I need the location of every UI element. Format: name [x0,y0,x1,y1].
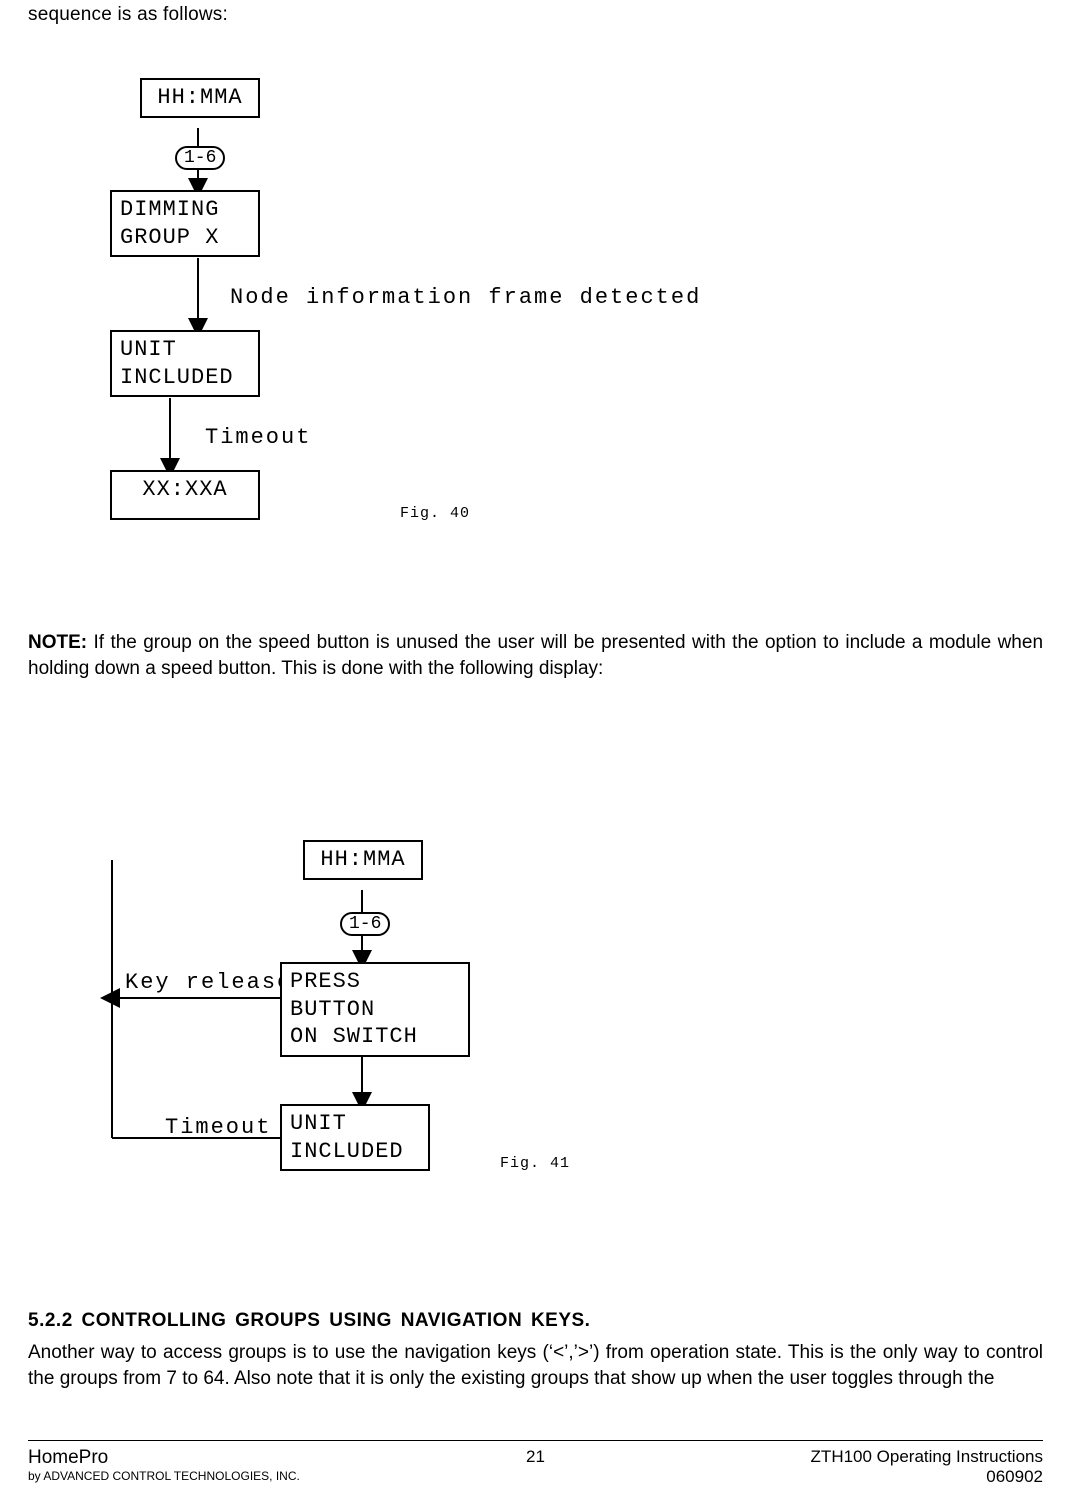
fig40-timeout-label: Timeout [205,425,311,450]
fig41-cap-text: 1-6 [349,914,381,934]
footer-date: 060902 [811,1467,1043,1487]
fig40-box4-text: XX:XXA [142,477,227,502]
fig41-box1-text: HH:MMA [320,847,405,872]
fig40-box3-l2: INCLUDED [120,365,234,390]
fig41-box3-l2: INCLUDED [290,1139,404,1164]
note-label: NOTE: [28,632,87,653]
fig40-node-info-label: Node information frame detected [230,285,701,310]
figure-41: HH:MMA 1-6 Key released PRESS BUTTON ON … [0,820,1071,1260]
fig40-box-dimming: DIMMING GROUP X [110,190,260,257]
fig41-box3-l1: UNIT [290,1111,347,1136]
fig40-box3-l1: UNIT [120,337,177,362]
note-text: If the group on the speed button is unus… [28,632,1043,679]
intro-fragment: sequence is as follows: [28,0,1043,26]
fig41-box-unit-included: UNIT INCLUDED [280,1104,430,1171]
footer-left: HomePro by ADVANCED CONTROL TECHNOLOGIES… [28,1447,300,1483]
note-block: NOTE: If the group on the speed button i… [28,630,1043,681]
footer-sub: by ADVANCED CONTROL TECHNOLOGIES, INC. [28,1469,300,1483]
fig40-box2-l2: GROUP X [120,225,219,250]
footer-right: ZTH100 Operating Instructions 060902 [811,1447,1043,1487]
fig41-box-hhmma: HH:MMA [303,840,423,880]
fig41-timeout-label: Timeout [165,1115,271,1140]
fig40-box-xxxxa: XX:XXA [110,470,260,520]
fig40-cap-text: 1-6 [184,148,216,168]
footer-doc: ZTH100 Operating Instructions [811,1447,1043,1467]
fig40-caption: Fig. 40 [400,505,470,522]
fig40-box-hhmma: HH:MMA [140,78,260,118]
footer-brand: HomePro [28,1447,300,1469]
fig41-caption: Fig. 41 [500,1155,570,1172]
section-heading: 5.2.2 CONTROLLING GROUPS USING NAVIGATIO… [28,1310,590,1332]
fig41-box-press-button: PRESS BUTTON ON SWITCH [280,962,470,1057]
fig40-capsule-1-6: 1-6 [175,146,225,170]
fig41-capsule-1-6: 1-6 [340,912,390,936]
section-body: Another way to access groups is to use t… [28,1340,1043,1391]
fig41-box2-l1: PRESS BUTTON [290,969,375,1022]
page-footer: HomePro by ADVANCED CONTROL TECHNOLOGIES… [28,1440,1043,1487]
footer-page-number: 21 [526,1447,545,1467]
fig40-box-unit-included: UNIT INCLUDED [110,330,260,397]
fig41-box2-l2: ON SWITCH [290,1024,418,1049]
figure-40: HH:MMA 1-6 DIMMING GROUP X Node informat… [0,30,1071,590]
fig40-box1-text: HH:MMA [157,85,242,110]
fig40-box2-l1: DIMMING [120,197,219,222]
